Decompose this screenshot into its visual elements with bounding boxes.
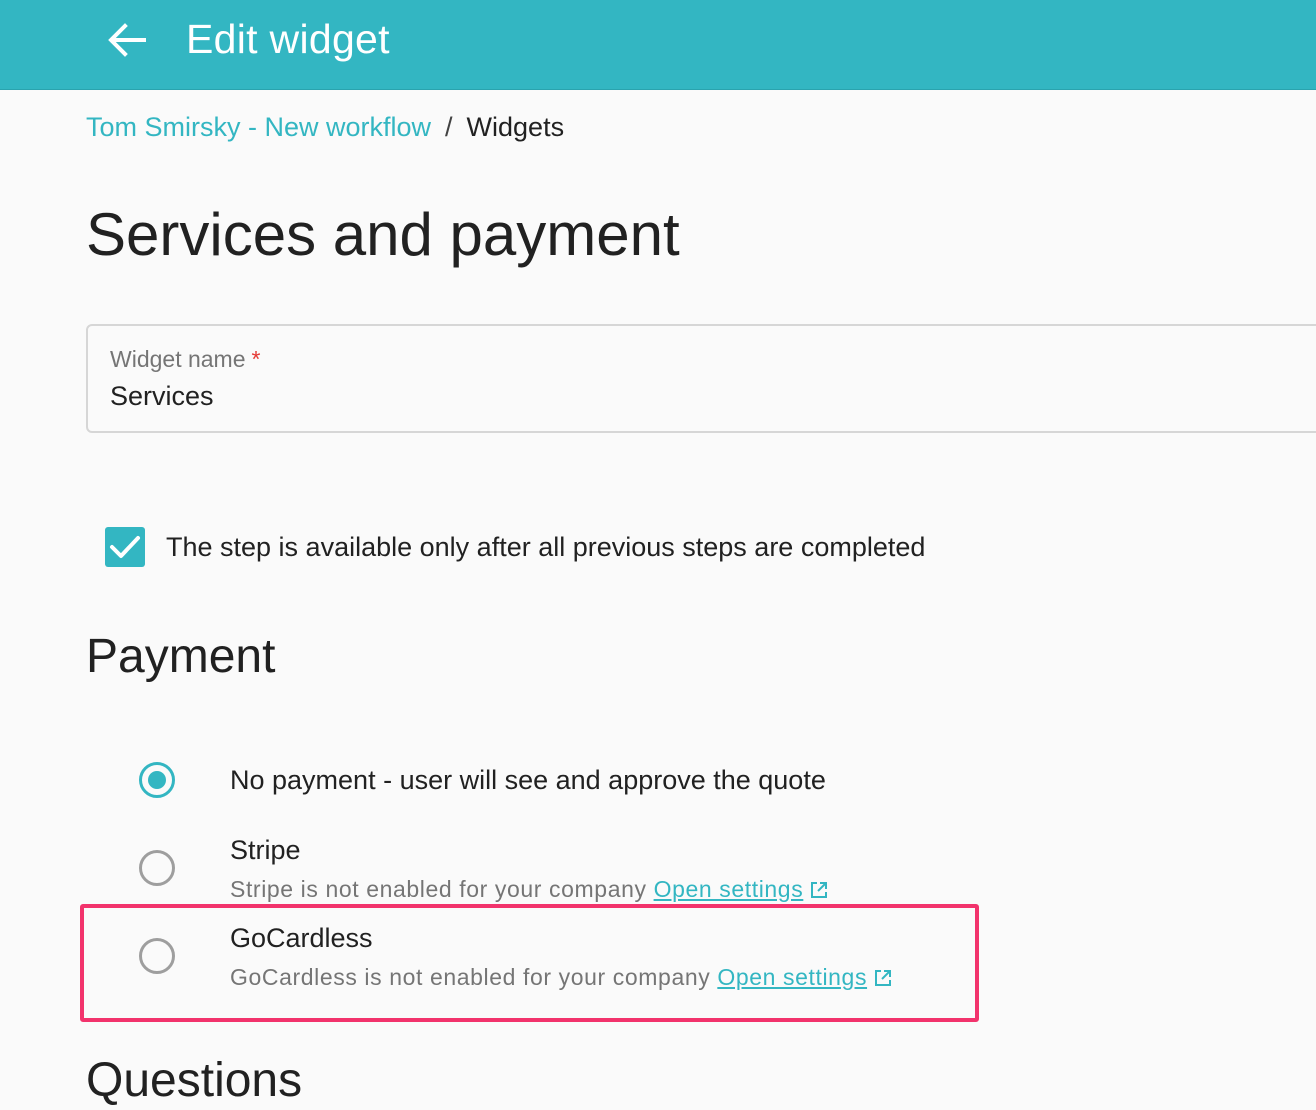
external-link-icon (811, 882, 828, 898)
app-bar-title: Edit widget (186, 16, 390, 62)
breadcrumb-current: Widgets (466, 112, 565, 142)
option-stripe-label[interactable]: Stripe (230, 832, 301, 868)
option-no-payment-label[interactable]: No payment - user will see and approve t… (230, 762, 826, 798)
arrow-left-icon (108, 23, 146, 57)
breadcrumb-separator: / (445, 112, 453, 142)
widget-name-field[interactable]: Widget name * (86, 324, 1316, 433)
checkmark-icon (110, 536, 140, 558)
radio-selected-dot (148, 771, 166, 789)
payment-section-title: Payment (86, 630, 276, 683)
stripe-open-settings-link[interactable]: Open settings (654, 876, 804, 902)
required-marker: * (251, 346, 261, 372)
questions-section-title: Questions (86, 1054, 303, 1107)
page-title: Services and payment (86, 201, 680, 268)
back-button[interactable] (98, 14, 156, 66)
breadcrumb-link-workflow[interactable]: Tom Smirsky - New workflow (86, 112, 431, 142)
step-availability-checkbox[interactable] (105, 527, 145, 567)
breadcrumb: Tom Smirsky - New workflow / Widgets (86, 109, 564, 145)
stripe-status-text: Stripe is not enabled for your company O… (230, 874, 829, 904)
widget-name-label: Widget name * (110, 346, 261, 372)
gocardless-highlight-box (80, 904, 979, 1022)
widget-name-input[interactable] (110, 378, 1210, 414)
app-bar: Edit widget (0, 0, 1316, 90)
radio-stripe[interactable] (139, 850, 175, 886)
step-availability-label: The step is available only after all pre… (166, 531, 926, 562)
step-availability-checkbox-row[interactable]: The step is available only after all pre… (105, 526, 925, 568)
radio-no-payment[interactable] (139, 762, 175, 798)
